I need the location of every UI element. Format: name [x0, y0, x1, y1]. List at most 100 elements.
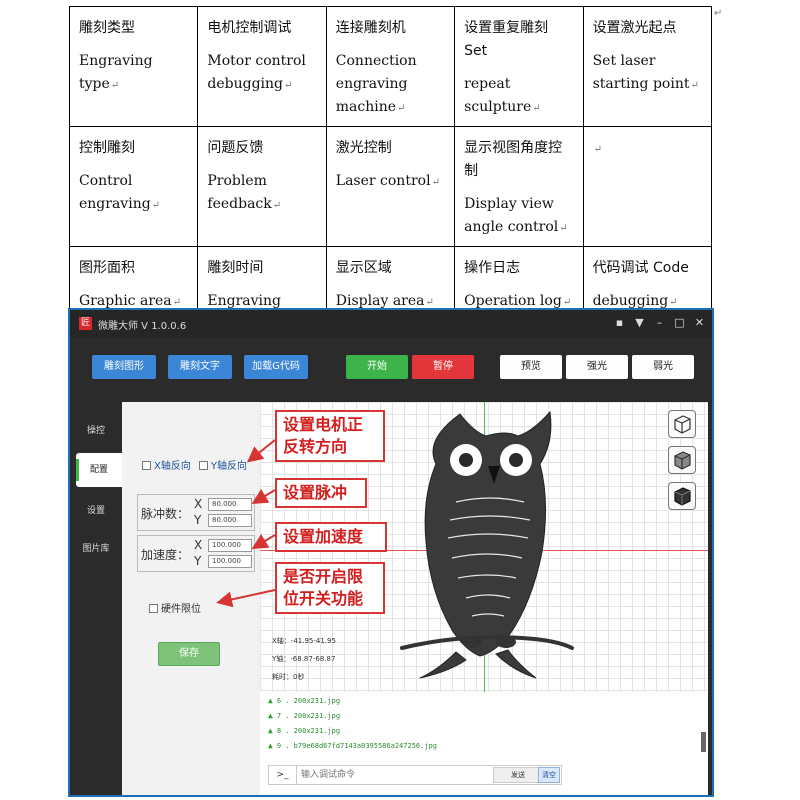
return-mark: ↵ [431, 177, 440, 188]
y-reverse-label: Y轴反向 [210, 461, 247, 472]
pulse-x-input[interactable]: 80.000 [208, 498, 252, 511]
debug-command-input[interactable] [301, 768, 481, 782]
table-cell: 激光控制 Laser control↵ [325, 126, 456, 247]
return-mark: ↵ [425, 297, 434, 308]
return-mark: ↵ [172, 297, 182, 308]
config-panel: X轴反向 Y轴反向 脉冲数： X Y 80.000 80.000 加速度： X … [122, 402, 260, 795]
x-range-readout: X轴：-41.95-41.95 [272, 637, 336, 645]
tree-icon: ▲ [268, 726, 273, 735]
operation-log: ▲ 6 . 200x231.jpg ▲ 7 . 200x231.jpg ▲ 8 . 2… [260, 692, 708, 795]
return-mark: ↵ [110, 80, 120, 91]
axis-reverse-row: X轴反向 Y轴反向 [142, 457, 247, 472]
tree-icon: ▲ [268, 696, 273, 705]
y-range-readout: Y轴：-68.87-68.87 [272, 655, 336, 663]
cell-cn: 问题反馈 [207, 140, 264, 156]
cell-en: Laser control [335, 173, 431, 189]
down-arrow-icon[interactable]: ▼ [633, 316, 646, 330]
axis-x-label: X [194, 497, 203, 511]
log-line: ▲ 9 . b79e68d67fd7143a0395586a247256.jpg [268, 741, 437, 750]
return-mark: ↵ [562, 297, 572, 308]
cell-cn: 雕刻时间 [207, 260, 264, 276]
callout-limit-switch: 是否开启限 位开关功能 [275, 562, 385, 614]
feature-table: 雕刻类型 Engraving type↵ 电机控制调试 Motor control … [68, 6, 713, 344]
accel-y-input[interactable]: 100.000 [208, 555, 252, 568]
return-mark: ↵ [284, 80, 293, 91]
log-line: ▲ 7 . 200x231.jpg [268, 711, 341, 720]
clear-button[interactable]: 清空 [538, 767, 560, 783]
accel-x-input[interactable]: 100.000 [208, 539, 252, 552]
cell-en: Graphic area [79, 293, 172, 309]
cell-en: Operation log [464, 293, 562, 309]
nav-item-control[interactable]: 操控 [70, 414, 122, 448]
return-mark: ↵ [151, 200, 161, 211]
nav-item-settings[interactable]: 设置 [70, 494, 122, 528]
terminal-prompt-icon: >_ [269, 766, 297, 784]
cell-cn: 连接雕刻机 [335, 20, 406, 36]
send-button[interactable]: 发送 [493, 767, 543, 783]
cell-en: repeat sculpture [464, 76, 532, 115]
preview-button[interactable]: 预览 [500, 355, 562, 379]
strong-light-button[interactable]: 强光 [566, 355, 628, 379]
checkbox-icon [149, 604, 158, 613]
engrave-text-button[interactable]: 雕刻文字 [168, 355, 232, 379]
app-window: 匠 微雕大师 V 1.0.0.6 ▪ ▼ – □ ✕ 雕刻图形 雕刻文字 加载G… [68, 308, 714, 797]
weak-light-button[interactable]: 弱光 [632, 355, 694, 379]
table-cell: 电机控制调试 Motor control debugging↵ [197, 6, 327, 127]
maximize-icon[interactable]: □ [673, 316, 686, 330]
pulse-group: 脉冲数： X Y 80.000 80.000 [137, 494, 255, 531]
pulse-label: 脉冲数： [141, 507, 190, 521]
cell-en: Display view angle control [464, 196, 559, 235]
app-title: 微雕大师 V 1.0.0.6 [98, 321, 187, 332]
axis-x-label: X [194, 538, 203, 552]
table-cell: 雕刻类型 Engraving type↵ [68, 6, 199, 127]
cell-en: Control engraving [79, 173, 151, 212]
return-mark: ↵ [593, 144, 602, 155]
table-row: 控制雕刻 Control engraving↵ 问题反馈 Problem feedb… [68, 126, 713, 247]
tree-icon: ▲ [268, 711, 273, 720]
return-mark: ↵ [690, 80, 699, 91]
minimize-icon[interactable]: – [653, 316, 666, 330]
nav-item-gallery[interactable]: 图片库 [70, 532, 122, 566]
y-reverse-checkbox[interactable]: Y轴反向 [198, 457, 247, 472]
cell-en: Display area [335, 293, 425, 309]
pause-button[interactable]: 暂停 [412, 355, 474, 379]
view-3d-wire-icon[interactable] [668, 410, 696, 438]
cell-cn: 设置重复雕刻 Set [464, 20, 549, 59]
view-3d-shaded-icon[interactable] [668, 446, 696, 474]
engrave-shape-button[interactable]: 雕刻图形 [92, 355, 156, 379]
nav-item-config[interactable]: 配置 [76, 453, 122, 487]
table-cell: 设置激光起点 Set laser starting point↵ [582, 6, 713, 127]
cell-cn: 电机控制调试 [207, 20, 292, 36]
accel-label: 加速度： [141, 548, 190, 562]
window-controls: ▪ ▼ – □ ✕ [613, 316, 706, 330]
side-nav: 操控 配置 设置 图片库 [70, 402, 122, 795]
return-mark: ↵ [532, 103, 541, 114]
load-gcode-button[interactable]: 加载G代码 [244, 355, 308, 379]
cell-en: debugging [592, 293, 669, 309]
save-button[interactable]: 保存 [158, 642, 220, 666]
table-cell: 设置重复雕刻 Set repeat sculpture↵ [454, 6, 584, 127]
pulse-y-input[interactable]: 80.000 [208, 514, 252, 527]
cell-cn: 显示区域 [335, 260, 392, 276]
view-3d-solid-icon[interactable] [668, 482, 696, 510]
cell-cn: 代码调试 Code [592, 260, 689, 276]
chat-icon[interactable]: ▪ [613, 316, 626, 330]
return-mark: ↵ [559, 223, 568, 234]
cell-en: Problem feedback [207, 173, 272, 212]
checkbox-icon [142, 461, 151, 470]
hardware-limit-checkbox[interactable]: 硬件限位 [149, 600, 201, 615]
cell-cn: 控制雕刻 [79, 140, 135, 156]
checkbox-icon [198, 461, 208, 470]
callout-acceleration: 设置加速度 [275, 522, 387, 552]
axis-y-label: Y [194, 554, 202, 568]
cell-cn: 显示视图角度控制 [464, 140, 563, 179]
table-cell: 控制雕刻 Control engraving↵ [68, 126, 199, 247]
accel-group: 加速度： X Y 100.000 100.000 [137, 535, 255, 572]
log-scrollbar[interactable] [701, 732, 706, 752]
hardware-limit-label: 硬件限位 [161, 604, 201, 615]
close-icon[interactable]: ✕ [693, 316, 706, 330]
start-button[interactable]: 开始 [346, 355, 408, 379]
return-mark: ↵ [397, 103, 406, 114]
cell-cn: 设置激光起点 [592, 20, 677, 36]
x-reverse-checkbox[interactable]: X轴反向 [142, 457, 191, 472]
